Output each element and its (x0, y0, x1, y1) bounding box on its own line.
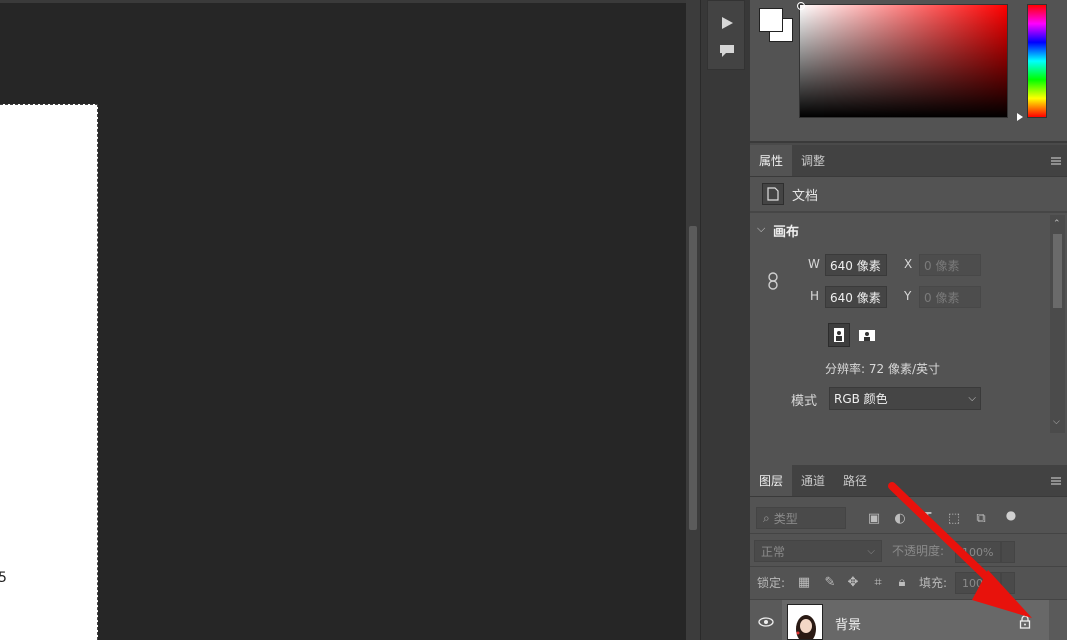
filter-toggle-icon[interactable]: ● (1002, 506, 1020, 524)
layer-name: 背景 (835, 618, 862, 633)
layers-tabbar: 图层 通道 路径 (750, 465, 1067, 497)
mode-label: 模式 (791, 394, 818, 409)
comment-icon[interactable] (708, 37, 746, 65)
play-icon[interactable] (708, 9, 746, 37)
fill-label: 填充: (919, 576, 948, 590)
portrait-orientation-icon[interactable] (828, 323, 850, 347)
canvas-section-title: 画布 (773, 225, 800, 240)
link-icon[interactable] (766, 272, 780, 293)
lock-position-icon[interactable]: ✥ (844, 573, 862, 591)
layer-filter-select[interactable]: ⌕ 类型 (756, 507, 846, 529)
ruler (0, 0, 686, 3)
lock-icon[interactable] (1019, 615, 1031, 632)
resolution-text: 分辨率: 72 像素/英寸 (825, 362, 940, 376)
layer-filter-placeholder: 类型 (773, 511, 798, 526)
image-filter-icon[interactable]: ▣ (865, 509, 883, 527)
color-picker-field[interactable] (799, 4, 1008, 118)
opacity-dropdown[interactable] (1001, 541, 1015, 563)
height-label: H (810, 289, 820, 303)
type-filter-icon[interactable]: T (918, 509, 936, 527)
panel-menu-icon[interactable] (1045, 465, 1067, 496)
blend-mode-select[interactable]: 正常 ⌵ (754, 540, 882, 562)
eye-icon[interactable] (758, 616, 774, 630)
tab-channels[interactable]: 通道 (792, 465, 834, 496)
tab-layers[interactable]: 图层 (750, 465, 793, 496)
properties-tabbar: 属性 调整 (750, 145, 1067, 177)
color-mode-select[interactable]: RGB 颜色 ⌵ (829, 387, 981, 410)
foreground-color-swatch[interactable] (759, 8, 783, 32)
photoshop-window: 5 属性 调整 文档 ⌵ 画布 W 640 像素 X 0 像素 H 640 像素… (0, 0, 1067, 640)
y-label: Y (904, 289, 912, 303)
lock-artboard-icon[interactable]: ⌗ (869, 573, 887, 591)
chevron-down-icon: ⌵ (867, 545, 875, 557)
document-label: 文档 (792, 188, 819, 204)
tab-label: 图层 (759, 474, 784, 488)
color-picker-cursor[interactable] (797, 2, 805, 10)
x-field[interactable]: 0 像素 (919, 254, 981, 276)
tab-adjustments[interactable]: 调整 (792, 145, 834, 176)
chevron-down-icon[interactable]: ⌵ (757, 222, 765, 236)
tab-label: 属性 (759, 154, 784, 168)
width-label: W (808, 257, 820, 271)
opacity-field[interactable]: 100% (955, 541, 1001, 563)
panel-dock-strip (700, 0, 750, 640)
lock-transparent-icon[interactable]: ▦ (795, 573, 813, 591)
fill-field[interactable]: 100% (955, 572, 1001, 594)
hue-slider-marker[interactable] (1017, 113, 1023, 121)
hue-slider[interactable] (1027, 4, 1047, 118)
lock-label: 锁定: (757, 576, 786, 590)
tab-label: 通道 (801, 474, 826, 488)
shape-filter-icon[interactable]: ⬚ (945, 509, 963, 527)
dock-button-group (707, 0, 745, 70)
opacity-label: 不透明度: (892, 544, 945, 558)
height-field[interactable]: 640 像素 (825, 286, 887, 308)
x-label: X (904, 257, 913, 271)
document-row: 文档 (750, 177, 1067, 213)
canvas-scroll-thumb[interactable] (689, 226, 697, 530)
canvas-text-fragment: 5 (0, 570, 7, 586)
width-field[interactable]: 640 像素 (825, 254, 887, 276)
blend-mode-value: 正常 (761, 544, 786, 559)
panel-menu-icon[interactable] (1045, 145, 1067, 176)
tab-label: 路径 (843, 474, 868, 488)
landscape-orientation-icon[interactable] (855, 324, 879, 346)
lock-brush-icon[interactable]: ✎ (821, 573, 839, 591)
layer-thumbnail[interactable] (787, 604, 823, 640)
search-icon: ⌕ (763, 510, 770, 525)
chevron-down-icon: ⌵ (968, 393, 976, 404)
adjustment-filter-icon[interactable]: ◐ (891, 509, 909, 527)
tab-properties[interactable]: 属性 (750, 145, 793, 176)
scroll-up-icon[interactable]: ⌃ (1053, 219, 1061, 229)
smart-object-filter-icon[interactable]: ⧉ (972, 509, 990, 527)
y-field[interactable]: 0 像素 (919, 286, 981, 308)
tab-label: 调整 (801, 154, 826, 168)
document-canvas[interactable] (0, 104, 98, 640)
tab-paths[interactable]: 路径 (834, 465, 876, 496)
properties-scroll-thumb[interactable] (1053, 234, 1062, 308)
fill-dropdown[interactable] (1001, 572, 1015, 594)
canvas-area[interactable] (0, 0, 686, 640)
lock-all-icon[interactable]: 🔒︎ (893, 573, 911, 591)
scroll-down-icon[interactable]: ⌵ (1053, 417, 1060, 427)
document-icon (762, 183, 784, 205)
color-mode-value: RGB 颜色 (834, 392, 888, 406)
